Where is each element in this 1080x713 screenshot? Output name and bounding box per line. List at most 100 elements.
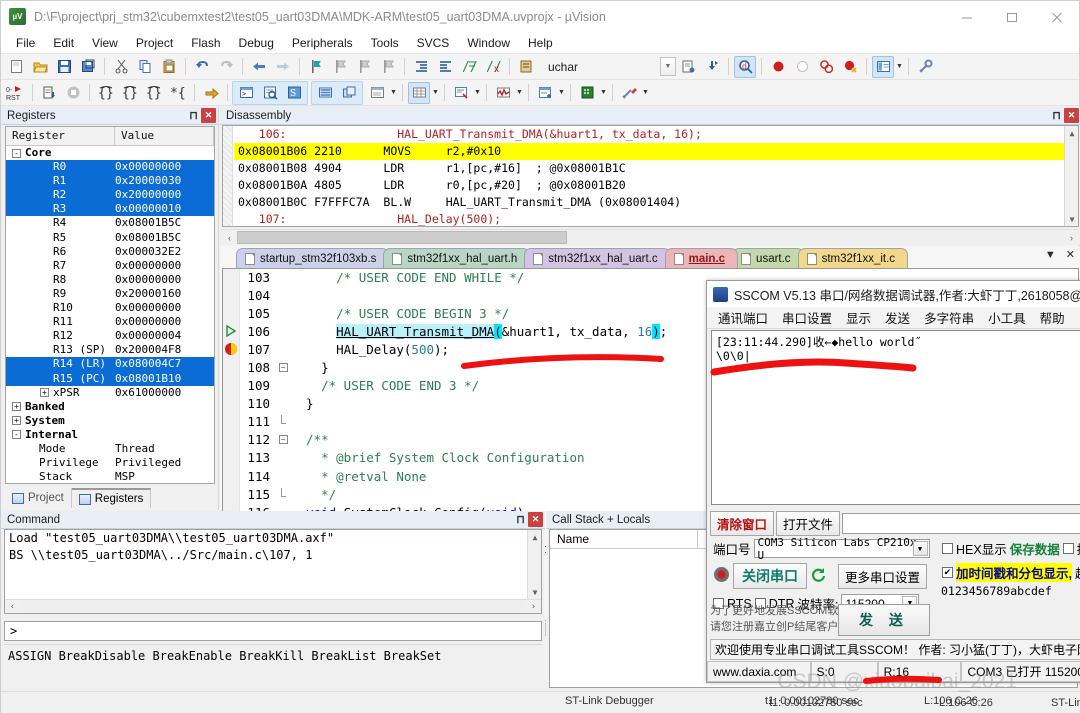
open-file-button[interactable]: 打开文件 <box>776 511 841 536</box>
more-port-settings-button[interactable]: 更多串口设置 <box>838 563 928 589</box>
menu-item-project[interactable]: Project <box>127 34 182 52</box>
timestamp-checkbox[interactable]: ✔ <box>942 567 953 578</box>
step-over-icon[interactable]: {} <box>119 82 141 104</box>
navigate-back-icon[interactable] <box>248 56 270 78</box>
editor-tab-startup-stm32f103xb-s[interactable]: startup_stm32f103xb.s <box>236 248 390 268</box>
sscom-menu-item[interactable]: 串口设置 <box>775 308 839 327</box>
breakpoint-with-arrow-icon[interactable] <box>224 342 238 356</box>
outdent-icon[interactable] <box>434 56 456 78</box>
menu-item-tools[interactable]: Tools <box>362 34 408 52</box>
redo-icon[interactable] <box>215 56 237 78</box>
sscom-menu-item[interactable]: 通讯端口 <box>711 308 775 327</box>
magnify-icon[interactable]: d <box>734 55 756 78</box>
fold-marker[interactable] <box>275 413 291 431</box>
pin-icon[interactable]: ⊓ <box>513 512 528 527</box>
disassembly-vscrollbar[interactable]: ▲ ▼ <box>1064 126 1078 226</box>
chevron-down-icon[interactable]: ▼ <box>1045 249 1056 261</box>
stop-icon[interactable] <box>62 82 84 104</box>
close-button[interactable] <box>1034 1 1079 32</box>
breakpoint-kill-icon[interactable] <box>839 56 861 78</box>
register-row[interactable]: R11 0x00000000 <box>6 315 214 329</box>
register-row[interactable]: R4 0x08001B5C <box>6 216 214 230</box>
disassembly-line[interactable]: 0x08001B0C F7FFFC7A BL.W HAL_UART_Transm… <box>234 194 1078 211</box>
chevron-down-icon[interactable]: ▼ <box>912 541 928 556</box>
step-out-icon[interactable]: {} <box>143 82 165 104</box>
comment-icon[interactable]: // <box>458 56 480 78</box>
register-row[interactable]: + Banked <box>6 400 214 414</box>
pin-icon[interactable]: ⊓ <box>186 108 201 123</box>
close-icon[interactable]: ✕ <box>201 108 216 123</box>
register-row[interactable]: R2 0x20000000 <box>6 188 214 203</box>
editor-tab-stm32f1xx-hal-uart-c[interactable]: stm32f1xx_hal_uart.c <box>524 248 671 268</box>
paste-icon[interactable] <box>158 56 180 78</box>
disassembly-line[interactable]: 107: HAL_Delay(500); <box>234 211 1078 226</box>
save-all-icon[interactable] <box>77 56 99 78</box>
fold-marker[interactable] <box>275 468 291 486</box>
hscroll-track[interactable] <box>20 600 526 613</box>
menu-item-svcs[interactable]: SVCS <box>408 34 459 52</box>
register-row[interactable]: R7 0x00000000 <box>6 259 214 273</box>
chevron-down-icon[interactable]: ▼ <box>660 57 676 76</box>
fold-marker[interactable] <box>275 305 291 323</box>
configure-icon[interactable] <box>914 56 936 78</box>
scroll-up-icon[interactable]: ▲ <box>1065 126 1078 140</box>
register-row[interactable]: R8 0x00000000 <box>6 273 214 287</box>
tree-expander-icon[interactable]: - <box>12 430 21 440</box>
tree-expander-icon[interactable]: + <box>12 416 21 426</box>
register-row[interactable]: + System <box>6 414 214 428</box>
left-tab-project[interactable]: Project <box>5 488 72 508</box>
fold-marker[interactable] <box>275 341 291 359</box>
tree-expander-icon[interactable]: + <box>40 388 49 398</box>
reset-icon[interactable]: 0- RST <box>5 82 27 104</box>
sscom-menu-item[interactable]: 小工具 <box>981 308 1033 327</box>
send-hex-value[interactable]: 0123456789abcdef <box>941 584 1080 598</box>
refresh-icon[interactable] <box>810 566 827 586</box>
menu-item-edit[interactable]: Edit <box>44 34 83 52</box>
watch-window-icon[interactable] <box>366 82 388 104</box>
disassembly-hscrollbar[interactable]: ‹ › <box>222 229 1079 245</box>
uncomment-icon[interactable]: //x <box>482 56 504 78</box>
trace-window-icon[interactable] <box>534 82 556 104</box>
scroll-right-icon[interactable]: › <box>526 599 541 613</box>
register-row[interactable]: Mode Thread <box>6 442 214 456</box>
sscom-menu-item[interactable]: 显示 <box>839 308 878 327</box>
hex-display-checkbox[interactable] <box>942 543 953 554</box>
left-tab-registers[interactable]: Registers <box>71 488 152 508</box>
symbol-search-combo[interactable]: uchar ▼ <box>542 57 676 76</box>
run-to-cursor-icon[interactable] <box>38 82 60 104</box>
fold-marker[interactable] <box>275 395 291 413</box>
insert-bookmark-icon[interactable] <box>677 56 699 78</box>
new-file-icon[interactable] <box>5 56 27 78</box>
scroll-up-icon[interactable]: ▲ <box>528 530 541 544</box>
command-hscrollbar[interactable]: ‹ › <box>5 599 541 613</box>
analysis-window-icon[interactable] <box>492 82 514 104</box>
tree-expander-icon[interactable]: - <box>12 148 21 158</box>
menu-item-flash[interactable]: Flash <box>182 34 229 52</box>
step-into-icon[interactable]: {} <box>95 82 117 104</box>
register-row[interactable]: R14 (LR) 0x080004C7 <box>6 357 214 372</box>
chevron-down-icon[interactable]: ▼ <box>599 82 608 104</box>
scroll-left-icon[interactable]: ‹ <box>222 230 237 245</box>
chevron-down-icon[interactable]: ▼ <box>641 82 650 104</box>
register-row[interactable]: R3 0x00000010 <box>6 202 214 217</box>
editor-tab-usart-c[interactable]: usart.c <box>732 248 804 268</box>
chevron-down-icon[interactable]: ▼ <box>431 82 440 104</box>
symbols-window-icon[interactable]: S <box>283 82 305 104</box>
register-row[interactable]: R9 0x20000160 <box>6 287 214 301</box>
sscom-menu-item[interactable]: 帮助 <box>1033 308 1072 327</box>
disassembly-line[interactable]: 0x08001B08 4904 LDR r1,[pc,#16] ; @0x080… <box>234 160 1078 177</box>
serial-window-icon[interactable] <box>450 82 472 104</box>
editor-tab-stm32f1xx-hal-uart-h[interactable]: stm32f1xx_hal_uart.h <box>383 248 531 268</box>
pin-icon[interactable]: ⊓ <box>1049 108 1064 123</box>
register-row[interactable]: R0 0x00000000 <box>6 160 214 175</box>
fold-marker[interactable] <box>275 449 291 467</box>
save-data-button[interactable]: 保存数据 <box>1010 539 1060 558</box>
scroll-down-icon[interactable]: ▼ <box>1065 212 1078 226</box>
window-layout-icon[interactable] <box>872 55 894 78</box>
register-row[interactable]: - Core <box>6 146 214 160</box>
register-row[interactable]: + xPSR 0x61000000 <box>6 386 214 400</box>
command-output[interactable]: Load "test05_uart03DMA\\test05_uart03DMA… <box>4 529 542 614</box>
copy-icon[interactable] <box>134 56 156 78</box>
goto-definition-icon[interactable] <box>701 56 723 78</box>
fold-marker[interactable] <box>275 323 291 341</box>
